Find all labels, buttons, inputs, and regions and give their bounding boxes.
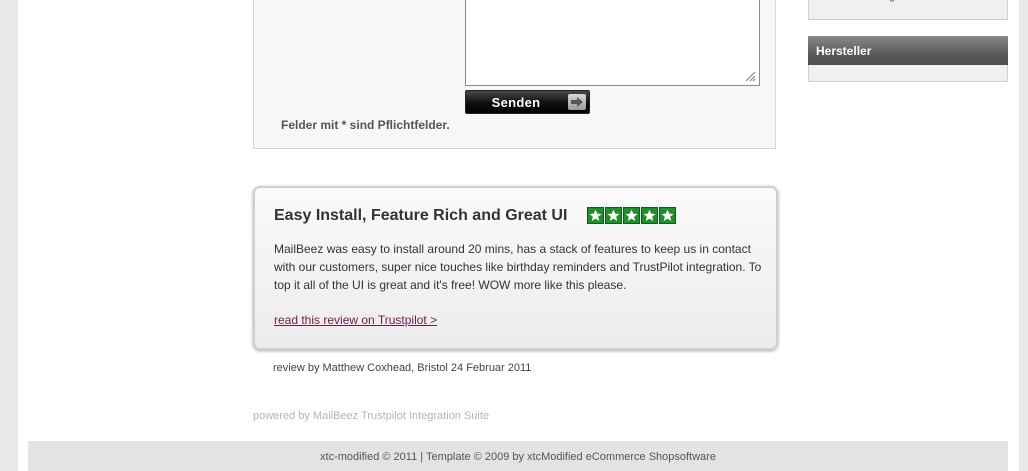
- send-button-label: Senden: [491, 95, 541, 110]
- required-fields-note: Felder mit * sind Pflichtfelder.: [281, 118, 450, 132]
- review-text: MailBeez was easy to install around 20 m…: [274, 242, 762, 292]
- sidebar-box-top-text: g: [889, 0, 895, 2]
- send-button[interactable]: Senden: [465, 90, 590, 114]
- message-textarea[interactable]: [465, 0, 760, 86]
- sidebar-box-top: g: [808, 0, 1008, 20]
- review-card: Easy Install, Feature Rich and Great UI …: [253, 186, 778, 350]
- manufacturer-box-title: Hersteller: [808, 36, 1008, 65]
- page-footer: xtc-modified © 2011 | Template © 2009 by…: [28, 441, 1008, 471]
- footer-copyright: xtc-modified © 2011 | Template © 2009 by…: [320, 451, 716, 463]
- trustpilot-review-link[interactable]: read this review on Trustpilot >: [274, 313, 437, 327]
- review-title: Easy Install, Feature Rich and Great UI: [274, 207, 568, 224]
- star-icon: [587, 207, 604, 224]
- review-byline: review by Matthew Coxhead, Bristol 24 Fe…: [273, 362, 532, 374]
- manufacturer-box-body: [808, 65, 1008, 82]
- star-icon: [605, 207, 622, 224]
- powered-by-note: powered by MailBeez Trustpilot Integrati…: [253, 410, 490, 422]
- star-rating: [587, 207, 676, 224]
- resize-grip-icon[interactable]: [744, 70, 756, 82]
- arrow-right-icon: [568, 94, 586, 110]
- star-icon: [659, 207, 676, 224]
- star-icon: [641, 207, 658, 224]
- star-icon: [623, 207, 640, 224]
